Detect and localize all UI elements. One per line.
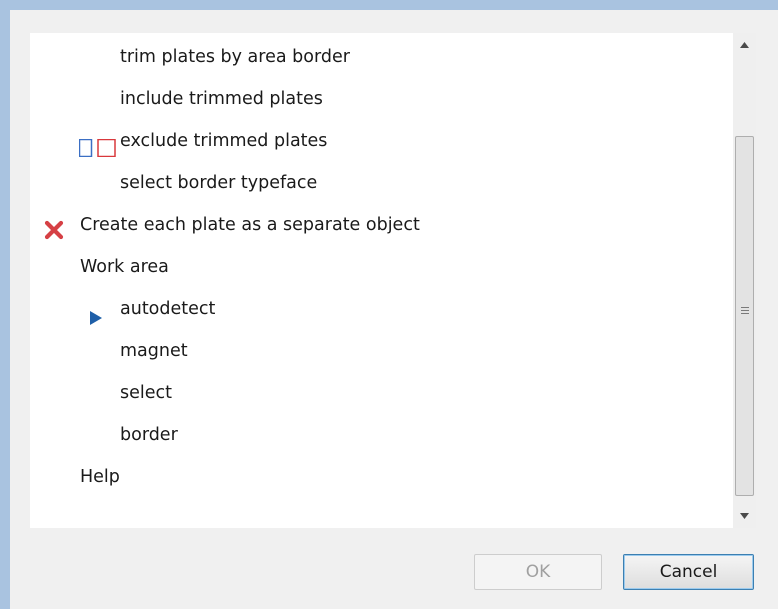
list-item-label: magnet <box>120 341 188 361</box>
list-item-label: select border typeface <box>120 173 318 193</box>
list-item-help[interactable]: Help <box>30 457 733 497</box>
list-item-label: exclude trimmed plates <box>120 131 328 151</box>
list-item-trim-plates[interactable]: trim plates by area border <box>30 37 733 77</box>
list-item-label: Create each plate as a separate object <box>80 215 420 235</box>
list-item-label: select <box>120 383 172 403</box>
chevron-up-icon[interactable] <box>733 33 756 57</box>
list-item-create-each-plate[interactable]: Create each plate as a separate object <box>30 205 733 245</box>
list-item-border[interactable]: border <box>30 415 733 455</box>
list-item-work-area[interactable]: Work area <box>30 247 733 287</box>
list-item-autodetect[interactable]: autodetect <box>30 289 733 329</box>
list-item-include-trimmed[interactable]: include trimmed plates <box>30 79 733 119</box>
red-x-icon <box>44 215 64 240</box>
cancel-button[interactable]: Cancel <box>623 554 754 590</box>
vertical-scrollbar[interactable] <box>733 33 756 528</box>
window-frame-top <box>0 0 778 10</box>
scrollbar-thumb[interactable] <box>735 136 754 496</box>
list-item-label: autodetect <box>120 299 216 319</box>
ok-button[interactable]: OK <box>474 554 602 590</box>
list-item-label: include trimmed plates <box>120 89 323 109</box>
list-item-exclude-trimmed[interactable]: exclude trimmed plates <box>30 121 733 161</box>
list-item-select-border-typeface[interactable]: select border typeface <box>30 163 733 203</box>
window-frame-left <box>0 10 10 609</box>
grip-lines-icon <box>741 307 749 316</box>
chevron-down-icon[interactable] <box>733 504 756 528</box>
play-arrow-icon <box>88 301 104 325</box>
checkbox-pair-icon <box>78 132 123 158</box>
list-item-label: trim plates by area border <box>120 47 350 67</box>
list-item-select[interactable]: select <box>30 373 733 413</box>
list-item-label: border <box>120 425 178 445</box>
options-list[interactable]: trim plates by area border include trimm… <box>30 33 733 528</box>
list-item-magnet[interactable]: magnet <box>30 331 733 371</box>
list-item-label: Work area <box>80 257 169 277</box>
list-item-label: Help <box>80 467 120 487</box>
